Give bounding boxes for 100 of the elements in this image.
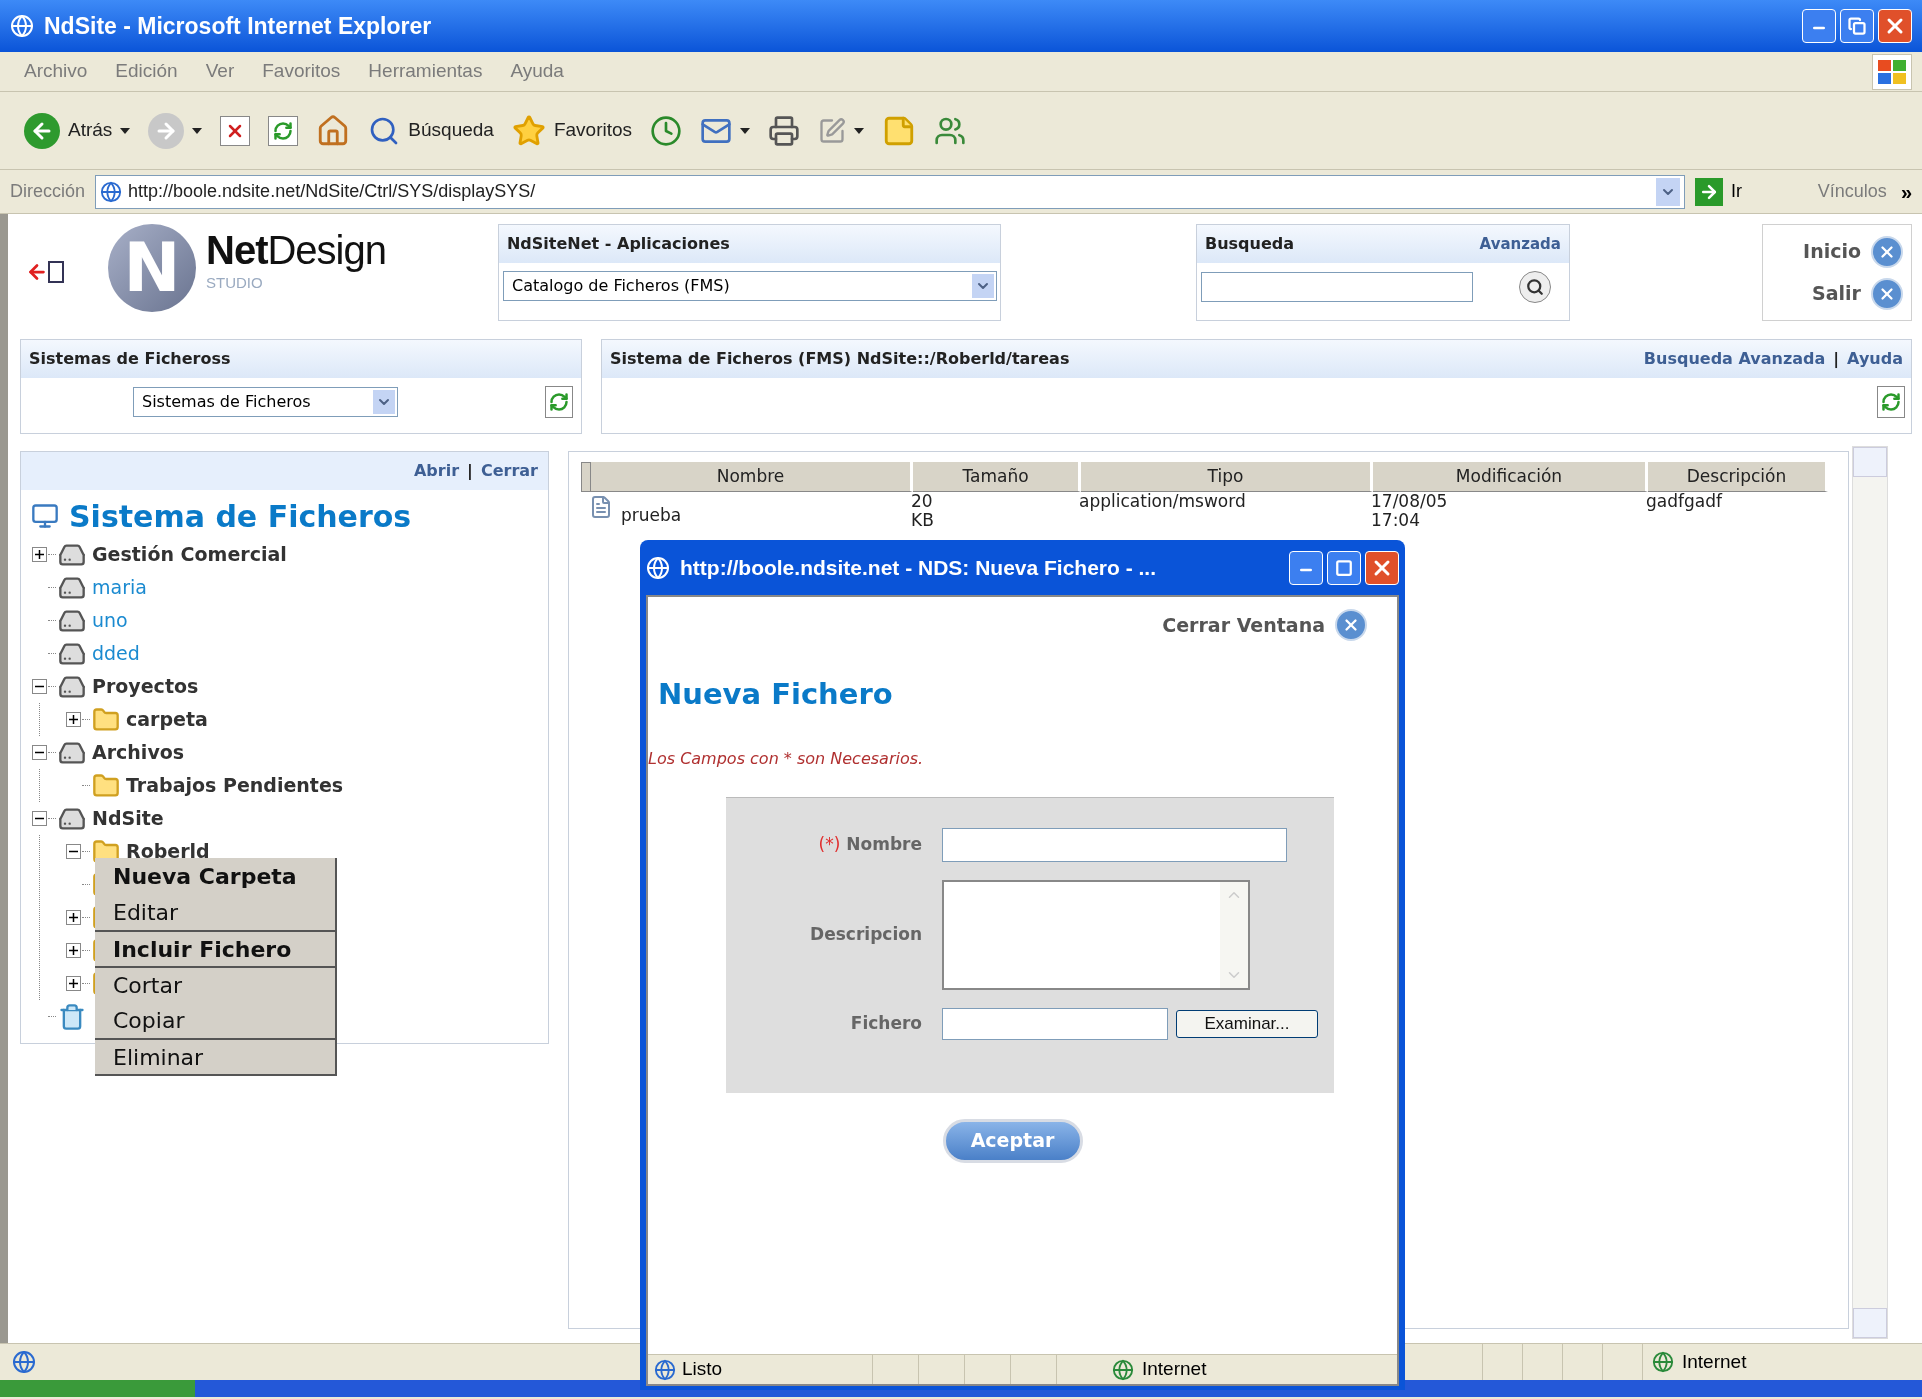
panel-title: Sistema de Ficheros (FMS) NdSite::/Roberld/tareas [610,348,1070,370]
logo-mark: N [108,224,196,312]
back-icon[interactable] [24,112,60,149]
dialog-heading: Nueva Fichero [658,676,894,713]
ie-icon [12,1350,36,1374]
tree-item[interactable]: Archivos [92,738,185,767]
caret-icon[interactable] [854,127,865,134]
collapse-icon[interactable] [32,679,47,694]
tree-item[interactable]: dded [92,639,140,668]
expand-icon[interactable] [66,976,81,991]
close-icon[interactable] [1335,609,1367,641]
toolbar-button-label[interactable]: Favoritos [553,116,633,145]
refresh-icon[interactable] [545,386,573,418]
stop-icon[interactable] [220,115,251,146]
search-icon[interactable] [1518,271,1551,303]
menu-item[interactable]: Incluir Fichero [95,930,335,966]
window-title: NdSite - Microsoft Internet Explorer [44,11,432,41]
input-field[interactable] [942,827,1287,862]
expand-icon[interactable] [66,712,81,727]
menu-item[interactable]: Copiar [95,1002,335,1038]
ie-icon [100,180,123,203]
expand-icon[interactable] [66,910,81,925]
table-cell-text: 20 KB [911,492,935,530]
tree-item[interactable]: carpeta [126,705,208,734]
caret-icon[interactable] [192,127,203,134]
link[interactable]: Cerrar [480,459,538,483]
dropdown[interactable]: Sistemas de Ficheros [133,387,398,417]
more-button[interactable]: » [1900,176,1912,207]
link[interactable]: Abrir [414,459,460,483]
input-field[interactable] [942,1007,1168,1040]
maximize-icon[interactable] [1335,558,1353,577]
link[interactable]: Busqueda Avanzada [1643,347,1826,371]
expand-icon[interactable] [32,547,47,562]
tree-item[interactable]: uno [92,606,128,635]
column-header[interactable]: Tamaño [913,462,1081,492]
field-label: Descripcion [810,922,922,946]
column-header[interactable]: Nombre [591,462,913,492]
table-cell: gadfgadf [1646,492,1722,511]
panel-title: Sistemas de Ficheross [29,348,231,370]
link-separator: | [1833,348,1840,370]
menu-item[interactable]: Herramientas [368,57,483,86]
column-header[interactable]: Tipo [1081,462,1373,492]
restore-icon[interactable] [1848,17,1866,35]
caret-icon[interactable] [740,127,751,134]
tree-item[interactable]: Trabajos Pendientes [126,771,344,800]
ie-icon [646,555,670,580]
start-button[interactable] [0,1380,195,1397]
recycle-bin-icon [58,1002,86,1031]
tree-item[interactable]: Proyectos [92,672,199,701]
table-cell-text: prueba [621,504,682,525]
tree-item[interactable]: NdSite [92,804,164,833]
dropdown[interactable]: Catalogo de Ficheros (FMS) [502,271,997,301]
field-label: Nombre [846,832,922,856]
expand-icon[interactable] [66,943,81,958]
collapse-icon[interactable] [32,745,47,760]
link[interactable]: Ayuda [1847,347,1903,371]
status-text: Listo [682,1357,724,1382]
ie-icon [10,14,34,38]
address-field[interactable]: http://boole.ndsite.net/NdSite/Ctrl/SYS/displaySYS/ [95,174,1686,209]
toolbar-button-label[interactable]: Atrás [68,116,113,145]
tree-item[interactable]: maria [92,573,147,602]
search-field[interactable] [1200,272,1473,302]
clock-icon[interactable] [650,114,683,147]
restore-button[interactable] [1840,9,1874,43]
menu-item[interactable]: Cortar [95,966,335,1002]
printer-icon[interactable] [768,114,801,147]
browse-button[interactable]: Examinar... [1176,1009,1318,1038]
nav-link[interactable]: Inicio [1803,237,1861,266]
tree-heading: Sistema de Ficheros [69,497,412,536]
close-window-link[interactable]: Cerrar Ventana [1162,610,1325,640]
link[interactable]: Avanzada [1479,232,1561,256]
table-cell-text: 17/08/05 17:04 [1371,492,1449,530]
scrollbar[interactable] [1852,446,1888,1339]
collapse-icon[interactable] [66,844,81,859]
collapse-icon[interactable] [32,811,47,826]
menu-item[interactable]: Ver [205,57,235,86]
menu-item[interactable]: Editar [95,894,335,930]
dialog-title: http://boole.ndsite.net - NDS: Nueva Fichero - ... [680,554,1157,581]
menu-item[interactable]: Nueva Carpeta [95,858,335,894]
menu-item[interactable]: Favoritos [262,57,341,86]
maximize-button[interactable] [1327,550,1361,585]
computer-icon [31,502,59,530]
caret-icon[interactable] [120,127,131,134]
refresh-icon[interactable] [268,115,299,146]
minimize-button[interactable] [1802,9,1836,43]
menu-item[interactable]: Eliminar [95,1038,335,1074]
nav-link[interactable]: Salir [1812,279,1861,308]
edit-icon[interactable] [818,116,847,145]
minimize-button[interactable] [1289,550,1323,585]
logo-tagline: STUDIO [206,273,264,293]
refresh-icon[interactable] [1877,386,1905,418]
column-header-edge [581,462,591,492]
status-zone: Internet [1682,1349,1748,1374]
column-header[interactable]: Modificación [1373,462,1648,492]
ie-icon [654,1358,676,1381]
toolbar-button-label[interactable]: Búsqueda [408,116,494,145]
column-header[interactable]: Descripción [1648,462,1828,492]
menu-item[interactable]: Archivo [24,57,88,86]
star-icon[interactable] [511,113,546,148]
tree-item[interactable]: Gestión Comercial [92,540,287,569]
